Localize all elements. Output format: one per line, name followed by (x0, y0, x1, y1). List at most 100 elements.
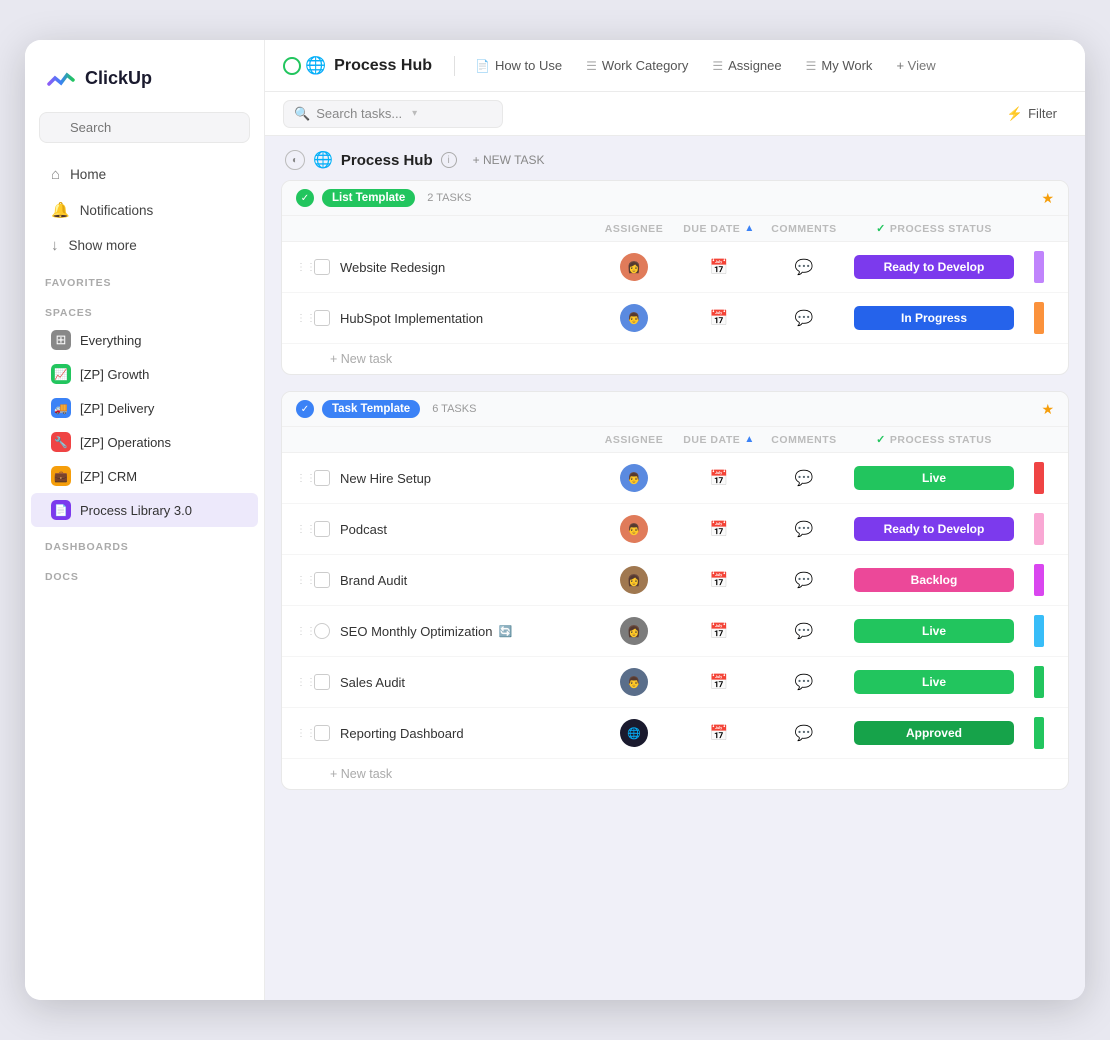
color-strip (1034, 717, 1044, 749)
new-task-button[interactable]: + NEW TASK (465, 150, 553, 170)
sidebar-item-growth[interactable]: 📈 [ZP] Growth (31, 357, 258, 391)
task-name: Website Redesign (340, 260, 445, 275)
tab-my-work[interactable]: ☰ My Work (796, 53, 883, 78)
sidebar-section-favorites: FAVORITES (25, 263, 264, 293)
new-task-label: + New task (330, 352, 392, 366)
task-checkbox[interactable] (314, 521, 330, 537)
check-icon-1: ✓ (876, 222, 886, 235)
task-comment-cell[interactable]: 💬 (764, 520, 844, 538)
sidebar-section-spaces: SPACES (25, 293, 264, 323)
sidebar-item-crm[interactable]: 💼 [ZP] CRM (31, 459, 258, 493)
color-strip (1034, 615, 1044, 647)
task-extra-cell (1024, 302, 1054, 334)
list-template-col-headers: ASSIGNEE DUE DATE ▲ COMMENTS ✓ PROCESS S… (282, 216, 1068, 242)
content-header: ◐ 🌐 Process Hub i + NEW TASK (265, 136, 1085, 180)
crm-icon: 💼 (51, 466, 71, 486)
tab-how-to-use[interactable]: 📄 How to Use (465, 53, 572, 78)
drag-handle-icon: ⋮⋮ (296, 677, 308, 688)
color-strip (1034, 251, 1044, 283)
sidebar-item-everything-label: Everything (80, 333, 141, 348)
task-status-cell[interactable]: Ready to Develop (844, 517, 1024, 541)
task-extra-cell (1024, 513, 1054, 545)
list-template-task-count: 2 TASKS (427, 192, 471, 204)
task-status-cell[interactable]: Live (844, 619, 1024, 643)
app-window: ClickUp 🔍 ⌂ Home 🔔 Notifications ↓ Show … (25, 40, 1085, 1000)
task-row: ⋮⋮ Podcast 👨 📅 💬 Ready to Develop (282, 504, 1068, 555)
sidebar-item-home[interactable]: ⌂ Home (31, 157, 258, 192)
task-due-date-cell[interactable]: 📅 (674, 571, 764, 589)
task-checkbox[interactable] (314, 725, 330, 741)
task-due-date-cell[interactable]: 📅 (674, 520, 764, 538)
task-row: ⋮⋮ Sales Audit 👨 📅 💬 Live (282, 657, 1068, 708)
list-template-toggle[interactable]: ✓ (296, 189, 314, 207)
filter-label: Filter (1028, 106, 1057, 121)
task-checkbox[interactable] (314, 674, 330, 690)
new-task-row[interactable]: + New task (282, 344, 1068, 374)
star-icon-task: ★ (1041, 401, 1054, 418)
tab-assignee[interactable]: ☰ Assignee (702, 53, 791, 78)
task-comment-cell[interactable]: 💬 (764, 724, 844, 742)
task-checkbox[interactable] (314, 310, 330, 326)
task-checkbox[interactable] (314, 470, 330, 486)
sidebar-item-delivery[interactable]: 🚚 [ZP] Delivery (31, 391, 258, 425)
sidebar-search-input[interactable] (39, 112, 250, 143)
task-checkbox[interactable] (314, 259, 330, 275)
task-status-cell[interactable]: Backlog (844, 568, 1024, 592)
list-template-header: ✓ List Template 2 TASKS ★ (282, 181, 1068, 216)
new-task-row-2[interactable]: + New task (282, 759, 1068, 789)
status-pill: Approved (854, 721, 1014, 745)
task-status-cell[interactable]: Live (844, 466, 1024, 490)
task-checkbox-circle[interactable] (314, 623, 330, 639)
task-status-cell[interactable]: In Progress (844, 306, 1024, 330)
task-due-date-cell[interactable]: 📅 (674, 309, 764, 327)
task-template-task-count: 6 TASKS (432, 403, 476, 415)
task-row: ⋮⋮ Reporting Dashboard 🌐 📅 💬 Approved (282, 708, 1068, 759)
filter-icon: ⚡ (1007, 106, 1023, 122)
task-comment-cell[interactable]: 💬 (764, 258, 844, 276)
task-due-date-cell[interactable]: 📅 (674, 724, 764, 742)
avatar: 👨 (620, 464, 648, 492)
task-name: Podcast (340, 522, 387, 537)
task-name-col: Brand Audit (340, 573, 594, 588)
sidebar-logo: ClickUp (25, 40, 264, 112)
task-comment-cell[interactable]: 💬 (764, 309, 844, 327)
task-search-bar[interactable]: 🔍 Search tasks... ▾ (283, 100, 503, 128)
task-status-cell[interactable]: Ready to Develop (844, 255, 1024, 279)
drag-handle-icon: ⋮⋮ (296, 473, 308, 484)
collapse-button[interactable]: ◐ (285, 150, 305, 170)
tab-how-to-use-label: How to Use (495, 58, 562, 73)
task-status-cell[interactable]: Approved (844, 721, 1024, 745)
tab-work-category[interactable]: ☰ Work Category (576, 53, 698, 78)
info-icon[interactable]: i (441, 152, 457, 168)
list-icon-3: ☰ (806, 59, 817, 73)
sidebar: ClickUp 🔍 ⌂ Home 🔔 Notifications ↓ Show … (25, 40, 265, 1000)
task-comment-cell[interactable]: 💬 (764, 571, 844, 589)
tab-my-work-label: My Work (821, 58, 872, 73)
sidebar-item-everything[interactable]: ⊞ Everything (31, 323, 258, 357)
sidebar-item-notifications[interactable]: 🔔 Notifications (31, 192, 258, 228)
task-name: Reporting Dashboard (340, 726, 464, 741)
task-checkbox[interactable] (314, 572, 330, 588)
task-comment-cell[interactable]: 💬 (764, 622, 844, 640)
filter-button[interactable]: ⚡ Filter (997, 101, 1067, 127)
list-icon-2: ☰ (712, 59, 723, 73)
sidebar-item-operations[interactable]: 🔧 [ZP] Operations (31, 425, 258, 459)
color-strip (1034, 666, 1044, 698)
task-comment-cell[interactable]: 💬 (764, 673, 844, 691)
task-due-date-cell[interactable]: 📅 (674, 469, 764, 487)
task-name-col: Podcast (340, 522, 594, 537)
sidebar-item-process-library[interactable]: 📄 Process Library 3.0 (31, 493, 258, 527)
task-due-date-cell[interactable]: 📅 (674, 622, 764, 640)
task-due-date-cell[interactable]: 📅 (674, 673, 764, 691)
sidebar-search-wrap: 🔍 (39, 112, 250, 143)
task-row: ⋮⋮ HubSpot Implementation 👨 📅 💬 In Progr… (282, 293, 1068, 344)
task-status-cell[interactable]: Live (844, 670, 1024, 694)
task-template-toggle[interactable]: ✓ (296, 400, 314, 418)
add-view-button[interactable]: + View (886, 53, 945, 78)
sidebar-item-show-more[interactable]: ↓ Show more (31, 228, 258, 263)
task-comment-cell[interactable]: 💬 (764, 469, 844, 487)
status-pill: Ready to Develop (854, 517, 1014, 541)
col-header-due-date: DUE DATE ▲ (674, 223, 764, 235)
task-due-date-cell[interactable]: 📅 (674, 258, 764, 276)
sidebar-search-container: 🔍 (25, 112, 264, 157)
